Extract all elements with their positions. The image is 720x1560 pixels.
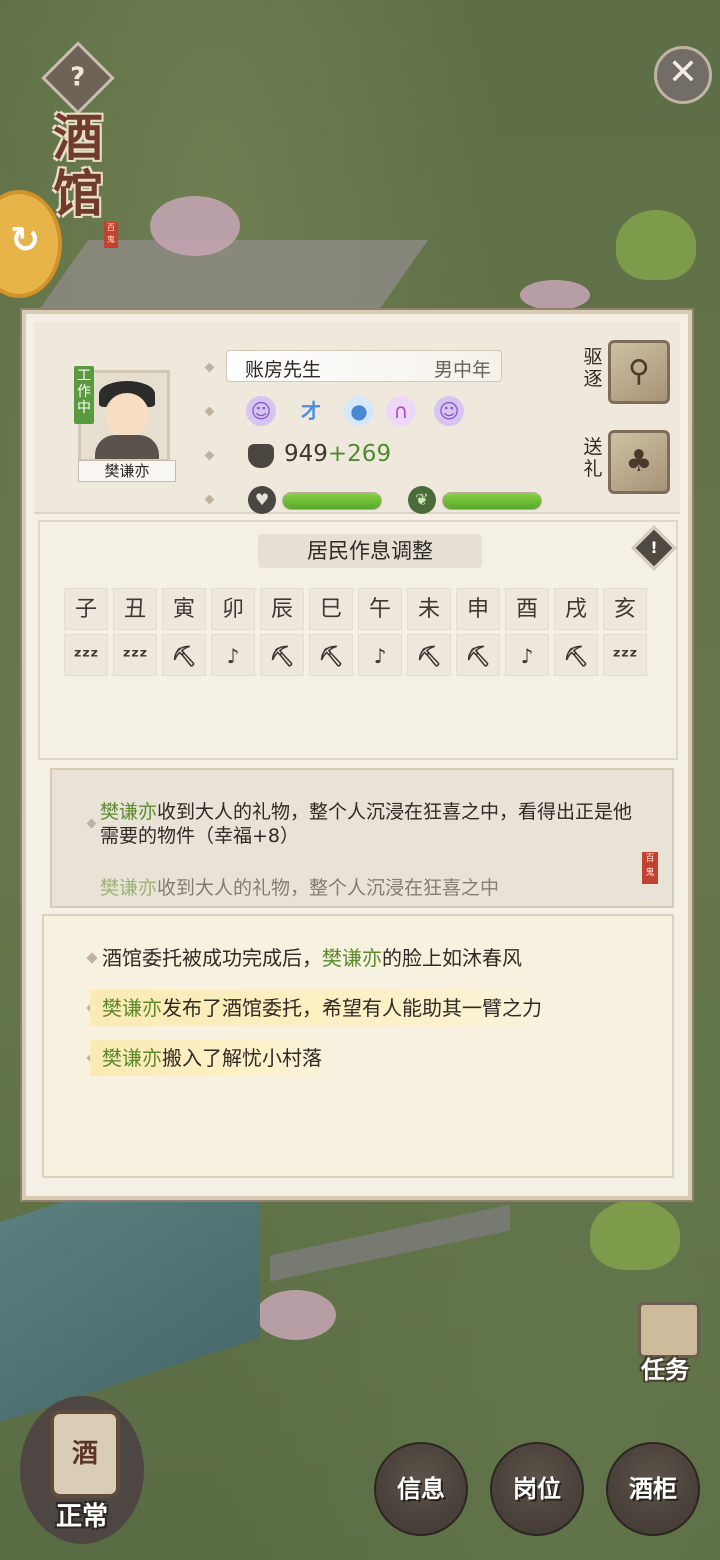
sleep-icon[interactable]: ᶻᶻᶻ bbox=[64, 634, 108, 676]
gift-button[interactable]: ♣ bbox=[608, 430, 670, 494]
building-roof bbox=[31, 240, 429, 320]
post-button[interactable]: 岗位 bbox=[490, 1442, 584, 1536]
task-button[interactable]: 任务 bbox=[622, 1298, 708, 1388]
bullet-icon bbox=[204, 406, 215, 417]
mood-bar-fill bbox=[283, 493, 381, 509]
status-label: 正常 bbox=[55, 1502, 108, 1532]
work-icon[interactable]: ⛏ bbox=[162, 634, 206, 676]
bullet-icon bbox=[204, 494, 215, 505]
question-icon: ? bbox=[70, 63, 86, 93]
schedule-hour: 亥 bbox=[603, 588, 647, 630]
work-icon[interactable]: ⛏ bbox=[554, 634, 598, 676]
job-title: 账房先生 bbox=[245, 359, 322, 381]
resident-name: 樊谦亦 bbox=[78, 460, 176, 482]
schedule-hour: 戌 bbox=[554, 588, 598, 630]
heart-icon: ♥ bbox=[248, 486, 276, 514]
log-item: 樊谦亦发布了酒馆委托，希望有人能助其一臂之力 bbox=[90, 990, 556, 1026]
seal-stamp: 百鬼 bbox=[642, 852, 658, 884]
evict-label: 驱逐 bbox=[583, 346, 603, 390]
event-log: 酒馆委托被成功完成后，樊谦亦的脸上如沐春风 樊谦亦发布了酒馆委托，希望有人能助其… bbox=[42, 914, 674, 1178]
bullet-icon bbox=[86, 818, 97, 829]
willow-tree bbox=[590, 1200, 680, 1270]
rotate-icon: ↻ bbox=[10, 220, 41, 261]
schedule-hour: 寅 bbox=[162, 588, 206, 630]
sleep-icon[interactable]: ᶻᶻᶻ bbox=[113, 634, 157, 676]
talent-icon[interactable]: 才 bbox=[296, 396, 326, 426]
bullet-icon bbox=[204, 450, 215, 461]
schedule-hour: 申 bbox=[456, 588, 500, 630]
stone-path bbox=[270, 1204, 510, 1282]
work-icon[interactable]: ⛏ bbox=[309, 634, 353, 676]
leaf-icon: ❦ bbox=[408, 486, 436, 514]
info-button[interactable]: 信息 bbox=[374, 1442, 468, 1536]
warning-icon[interactable]: ! bbox=[631, 525, 677, 571]
money-bag-icon[interactable]: ● bbox=[344, 396, 374, 426]
message-text: 樊谦亦收到大人的礼物，整个人沉浸在狂喜之中，看得出正是他需要的物件（幸福+8） bbox=[100, 801, 633, 847]
schedule-hour: 酉 bbox=[505, 588, 549, 630]
schedule-hour: 未 bbox=[407, 588, 451, 630]
health-bar-fill bbox=[443, 493, 541, 509]
event-message: 樊谦亦收到大人的礼物，整个人沉浸在狂喜之中，看得出正是他需要的物件（幸福+8） … bbox=[50, 768, 674, 908]
cherry-tree bbox=[150, 196, 240, 256]
work-icon[interactable]: ⛏ bbox=[260, 634, 304, 676]
schedule-hour: 巳 bbox=[309, 588, 353, 630]
schedule-hour: 丑 bbox=[113, 588, 157, 630]
work-icon[interactable]: ⛏ bbox=[456, 634, 500, 676]
task-label: 任务 bbox=[641, 1356, 689, 1384]
schedule-hour: 辰 bbox=[260, 588, 304, 630]
building-title: 酒馆 bbox=[53, 108, 103, 223]
purple-face-icon[interactable]: ☺ bbox=[246, 396, 276, 426]
hp-value: 949+269 bbox=[284, 441, 392, 467]
gift-bag-icon: ♣ bbox=[625, 444, 653, 479]
willow-tree bbox=[616, 210, 696, 280]
schedule-hour: 子 bbox=[64, 588, 108, 630]
seal-stamp: 百鬼 bbox=[104, 222, 118, 248]
purple-hair-icon[interactable]: ∩ bbox=[386, 396, 416, 426]
close-button[interactable]: ✕ bbox=[654, 46, 712, 104]
social-icon[interactable]: ♪ bbox=[505, 634, 549, 676]
log-item: 酒馆委托被成功完成后，樊谦亦的脸上如沐春风 bbox=[102, 946, 522, 970]
wine-status-button[interactable]: 酒 正常 bbox=[20, 1396, 144, 1544]
resident-demographic: 男中年 bbox=[433, 359, 491, 381]
schedule-hour: 卯 bbox=[211, 588, 255, 630]
evict-button[interactable]: ⚲ bbox=[608, 340, 670, 404]
schedule-title: 居民作息调整 bbox=[258, 534, 482, 568]
work-icon[interactable]: ⛏ bbox=[407, 634, 451, 676]
working-badge: 工作中 bbox=[74, 366, 94, 424]
resident-panel: 工作中 樊谦亦 账房先生 男中年 ☺ 才 ● ∩ ☺ 949+269 ♥ ❦ 驱… bbox=[22, 310, 692, 1200]
sleep-icon[interactable]: ᶻᶻᶻ bbox=[603, 634, 647, 676]
message-text-faded: 樊谦亦收到大人的礼物，整个人沉浸在狂喜之中 bbox=[100, 877, 500, 899]
mood-bar bbox=[282, 492, 382, 510]
purple-face-icon[interactable]: ☺ bbox=[434, 396, 464, 426]
bullet-icon bbox=[204, 362, 215, 373]
social-icon[interactable]: ♪ bbox=[211, 634, 255, 676]
wine-jar-icon: 酒 bbox=[50, 1410, 120, 1498]
cherry-tree bbox=[520, 280, 590, 310]
log-item: 樊谦亦搬入了解忧小村落 bbox=[90, 1040, 336, 1076]
broom-icon: ⚲ bbox=[628, 354, 650, 389]
health-bar bbox=[442, 492, 542, 510]
job-field: 账房先生 男中年 bbox=[226, 350, 502, 382]
schedule-hour: 午 bbox=[358, 588, 402, 630]
heart-strength-icon bbox=[248, 444, 274, 468]
social-icon[interactable]: ♪ bbox=[358, 634, 402, 676]
gift-label: 送礼 bbox=[583, 436, 603, 480]
cherry-tree bbox=[256, 1290, 336, 1340]
resident-info: 工作中 樊谦亦 账房先生 男中年 ☺ 才 ● ∩ ☺ 949+269 ♥ ❦ 驱… bbox=[34, 322, 680, 514]
schedule-section: 居民作息调整 ! 子 ᶻᶻᶻ 丑 ᶻᶻᶻ 寅 ⛏ 卯 ♪ 辰 ⛏ 巳 ⛏ 午 ♪ 未 ⛏ 申 ⛏ 酉 ♪ 戌 ⛏ 亥 ᶻᶻᶻ bbox=[38, 520, 678, 760]
cabinet-button[interactable]: 酒柜 bbox=[606, 1442, 700, 1536]
